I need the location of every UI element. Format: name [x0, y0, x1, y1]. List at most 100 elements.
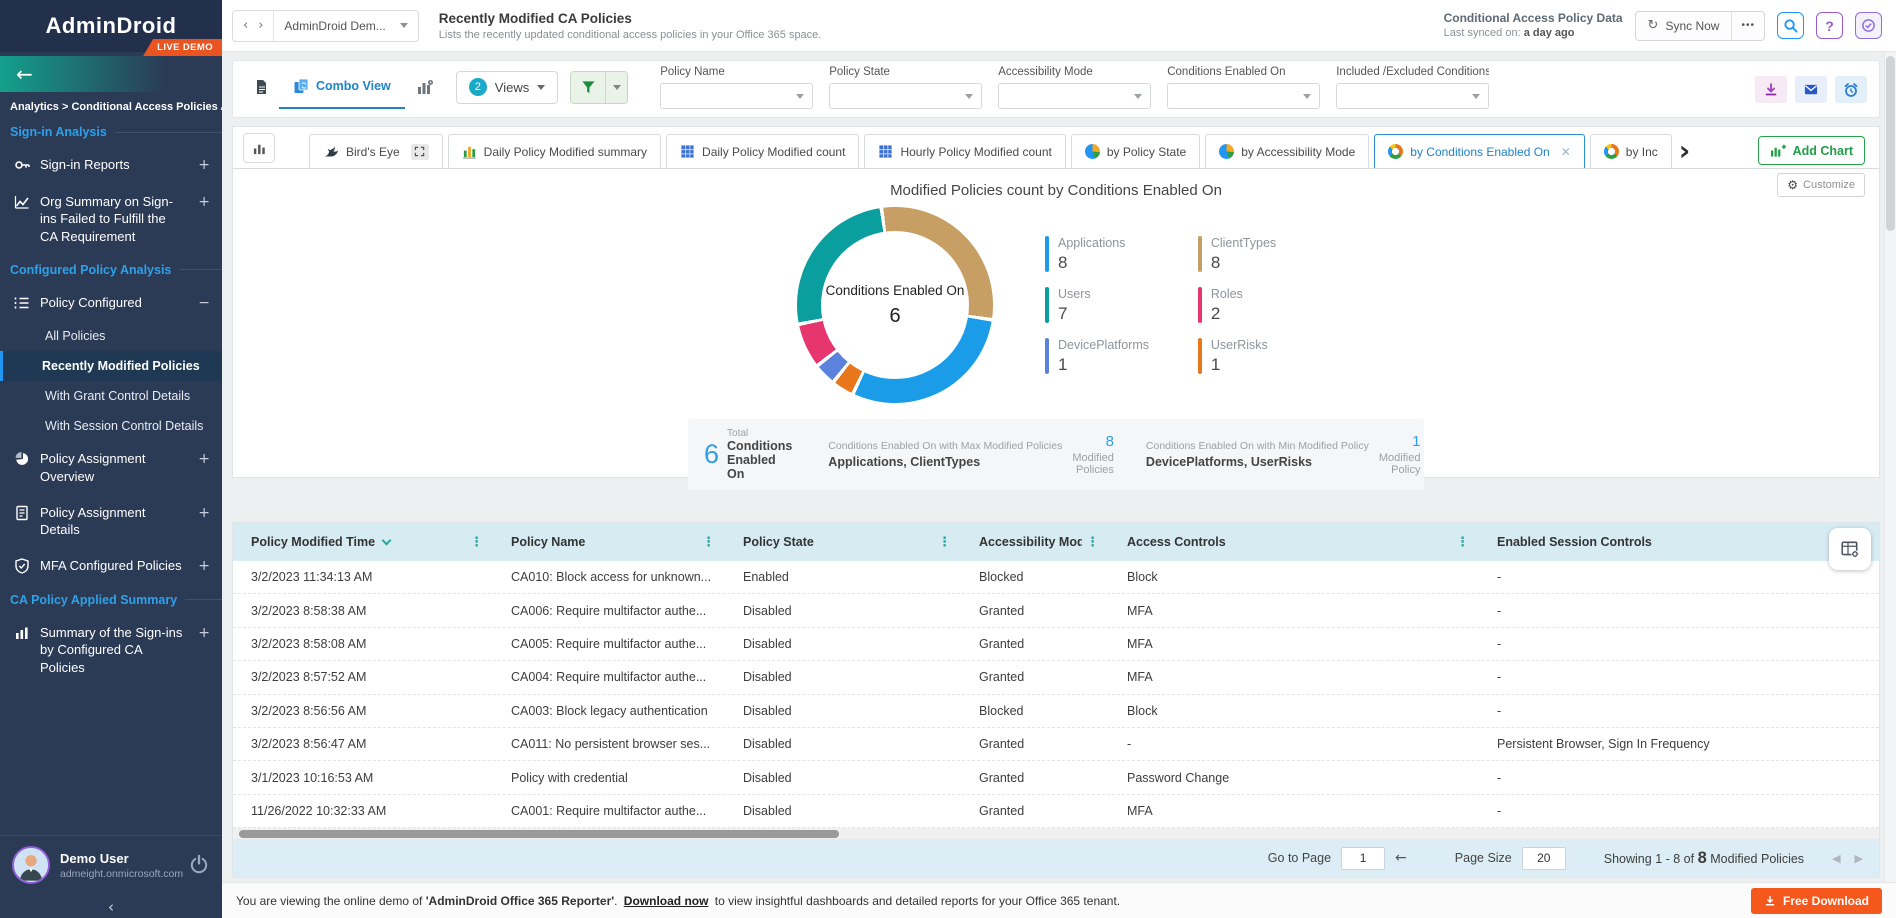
table-cell: Granted	[961, 771, 1109, 785]
sidebar-collapse-button[interactable]: ‹	[0, 898, 222, 916]
chart-tab[interactable]: Daily Policy Modified count	[666, 134, 859, 168]
filter-combobox[interactable]	[829, 83, 982, 109]
next-page-icon[interactable]: ▶	[1855, 852, 1863, 865]
more-options-button[interactable]: •••	[1731, 12, 1764, 40]
chart-tab[interactable]: by Conditions Enabled On✕	[1374, 134, 1585, 168]
download-now-link[interactable]: Download now	[624, 894, 709, 908]
filter-button[interactable]	[571, 72, 605, 103]
filter-combobox[interactable]	[1336, 83, 1489, 109]
sidebar-subitem[interactable]: With Grant Control Details	[0, 381, 222, 411]
column-menu-icon[interactable]: ⋮	[466, 535, 487, 550]
expander-icon[interactable]: +	[198, 504, 210, 523]
workspace-dropdown[interactable]: AdminDroid Dem...	[274, 19, 417, 33]
chart-view-button[interactable]	[405, 65, 446, 109]
prev-page-icon[interactable]: ◀	[1832, 852, 1840, 865]
expand-icon[interactable]	[411, 144, 429, 160]
scrollbar-thumb[interactable]	[239, 830, 839, 838]
nav-forward-icon[interactable]: ›	[258, 18, 263, 33]
brand-logo[interactable]: AdminDroid	[46, 13, 177, 39]
donut-chart[interactable]: Conditions Enabled On 6	[797, 207, 993, 403]
column-menu-icon[interactable]: ⋮	[698, 535, 719, 550]
grid-view-button[interactable]	[243, 65, 279, 109]
email-button[interactable]	[1795, 76, 1827, 103]
expander-icon[interactable]: +	[198, 450, 210, 469]
views-dropdown-button[interactable]: 2 Views	[456, 71, 558, 104]
page-number-input[interactable]	[1341, 847, 1385, 870]
filter-combobox[interactable]	[998, 83, 1151, 109]
filter-combobox[interactable]	[660, 83, 813, 109]
sidebar-item[interactable]: MFA Configured Policies+	[0, 548, 222, 585]
sidebar-item[interactable]: Summary of the Sign-ins by Configured CA…	[0, 615, 222, 686]
sidebar-subitem[interactable]: All Policies	[0, 321, 222, 351]
table-row[interactable]: 3/2/2023 8:57:52 AMCA004: Require multif…	[233, 661, 1879, 694]
back-button[interactable]: ←	[0, 56, 222, 92]
legend-item[interactable]: DevicePlatforms1	[1045, 338, 1188, 375]
go-arrow-icon[interactable]: ←	[1395, 850, 1407, 866]
sidebar-item[interactable]: Org Summary on Sign-ins Failed to Fulfil…	[0, 184, 222, 255]
chart-tab[interactable]: by Policy State	[1071, 134, 1200, 168]
chart-tab[interactable]: Hourly Policy Modified count	[864, 134, 1065, 168]
nav-back-icon[interactable]: ‹	[243, 18, 248, 33]
sidebar-item[interactable]: Policy Assignment Overview+	[0, 441, 222, 494]
expander-icon[interactable]: +	[198, 624, 210, 643]
page-size-label: Page Size	[1455, 851, 1512, 865]
sidebar-item[interactable]: Sign-in Reports+	[0, 147, 222, 184]
sidebar-subitem[interactable]: Recently Modified Policies	[0, 351, 222, 381]
legend-item[interactable]: UserRisks1	[1198, 338, 1315, 375]
table-row[interactable]: 3/2/2023 11:34:13 AMCA010: Block access …	[233, 561, 1879, 594]
avatar[interactable]	[12, 846, 50, 884]
legend-item[interactable]: Roles2	[1198, 287, 1315, 324]
chart-tab[interactable]: by Inc	[1590, 134, 1672, 168]
chart-tab[interactable]: Bird's Eye	[309, 134, 443, 168]
free-download-button[interactable]: Free Download	[1751, 888, 1882, 914]
column-header[interactable]: Accessibility Mode⋮	[961, 523, 1109, 561]
column-header[interactable]: Policy State⋮	[725, 523, 961, 561]
legend-item[interactable]: ClientTypes8	[1198, 236, 1315, 273]
table-row[interactable]: 11/26/2022 10:32:33 AMCA001: Require mul…	[233, 795, 1879, 828]
column-menu-icon[interactable]: ⋮	[1082, 535, 1103, 550]
tabs-scroll-right-icon[interactable]: ›	[1679, 138, 1691, 164]
sort-descending-icon[interactable]	[382, 535, 392, 545]
scrollbar-thumb[interactable]	[1886, 56, 1895, 231]
logout-power-icon[interactable]	[188, 854, 210, 876]
expander-icon[interactable]: +	[198, 193, 210, 212]
table-row[interactable]: 3/2/2023 8:56:47 AMCA011: No persistent …	[233, 728, 1879, 761]
column-menu-icon[interactable]: ⋮	[934, 535, 955, 550]
table-row[interactable]: 3/1/2023 10:16:53 AMPolicy with credenti…	[233, 761, 1879, 794]
search-button[interactable]	[1777, 12, 1804, 39]
table-cell: Disabled	[725, 604, 961, 618]
page-size-input[interactable]	[1522, 847, 1566, 870]
column-header[interactable]: Access Controls⋮	[1109, 523, 1479, 561]
schedule-button[interactable]	[1835, 76, 1867, 103]
table-row[interactable]: 3/2/2023 8:58:38 AMCA006: Require multif…	[233, 594, 1879, 627]
summary-max: Conditions Enabled On with Max Modified …	[812, 433, 1130, 476]
table-row[interactable]: 3/2/2023 8:58:08 AMCA005: Require multif…	[233, 628, 1879, 661]
expander-icon[interactable]: +	[198, 557, 210, 576]
tab-combo-view[interactable]: Combo View	[279, 65, 405, 109]
column-header[interactable]: Enabled Session Controls	[1479, 523, 1879, 561]
filter-combobox[interactable]	[1167, 83, 1320, 109]
chart-list-button[interactable]	[243, 133, 275, 163]
expander-icon[interactable]: +	[198, 156, 210, 175]
table-row[interactable]: 3/2/2023 8:56:56 AMCA003: Block legacy a…	[233, 695, 1879, 728]
legend-item[interactable]: Users7	[1045, 287, 1188, 324]
column-header[interactable]: Policy Name⋮	[493, 523, 725, 561]
column-header[interactable]: Policy Modified Time⋮	[233, 523, 493, 561]
customize-button[interactable]: ⚙ Customize	[1777, 173, 1865, 197]
sidebar-subitem[interactable]: With Session Control Details	[0, 411, 222, 441]
add-chart-button[interactable]: Add Chart	[1758, 136, 1865, 165]
close-icon[interactable]: ✕	[1561, 145, 1571, 159]
legend-item[interactable]: Applications8	[1045, 236, 1188, 273]
help-button[interactable]: ?	[1816, 12, 1843, 39]
chart-tab[interactable]: Daily Policy Modified summary	[448, 134, 661, 168]
expander-icon[interactable]: −	[198, 294, 210, 313]
filter-dropdown-button[interactable]	[605, 72, 627, 103]
export-download-button[interactable]	[1755, 76, 1787, 103]
sync-now-button[interactable]: ↻ Sync Now	[1636, 12, 1732, 40]
tasks-button[interactable]	[1855, 12, 1882, 39]
chart-tab[interactable]: by Accessibility Mode	[1205, 134, 1369, 168]
sidebar-item[interactable]: Policy Configured−	[0, 285, 222, 322]
column-settings-button[interactable]	[1829, 528, 1871, 570]
column-menu-icon[interactable]: ⋮	[1452, 535, 1473, 550]
sidebar-item[interactable]: Policy Assignment Details+	[0, 495, 222, 548]
